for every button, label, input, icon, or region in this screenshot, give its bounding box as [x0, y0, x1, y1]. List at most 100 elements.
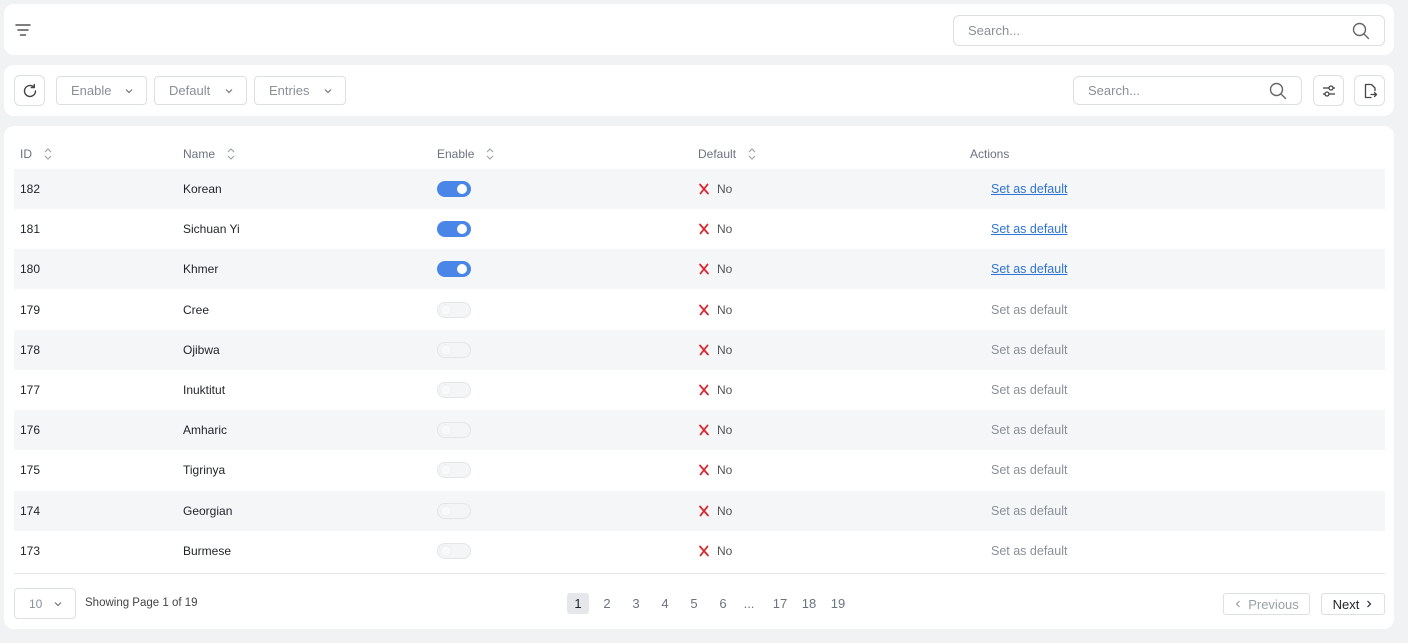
global-search-input[interactable]: [968, 16, 1348, 45]
x-mark-icon: [699, 545, 709, 557]
row-actions-cell: Set as default: [981, 330, 1067, 370]
row-name: Ojibwa: [183, 342, 220, 357]
sort-icon[interactable]: [748, 147, 756, 161]
row-enable-cell: [437, 209, 471, 249]
column-header-default-label: Default: [698, 147, 737, 161]
table-row: 182 Korean No Set as default: [14, 169, 1385, 209]
column-header-name-label: Name: [183, 147, 216, 161]
enable-filter-dropdown[interactable]: Enable: [56, 76, 147, 105]
row-name: Inuktitut: [183, 383, 226, 397]
row-actions-cell: Set as default: [981, 209, 1067, 249]
enable-toggle[interactable]: [437, 181, 471, 197]
enable-toggle[interactable]: [437, 341, 471, 358]
enable-toggle[interactable]: [437, 301, 471, 318]
toggle-knob: [457, 184, 467, 194]
enable-toggle[interactable]: [437, 261, 471, 278]
table-row: 178 Ojibwa No Set as default: [14, 329, 1385, 370]
set-as-default-link: Set as default: [991, 383, 1068, 397]
chevron-left-icon: [1235, 600, 1241, 608]
row-id: 175: [20, 463, 41, 478]
row-name: Khmer: [183, 262, 219, 277]
x-mark-icon: [699, 344, 709, 356]
row-actions-cell: Set as default: [981, 531, 1067, 571]
file-export-icon: [1364, 83, 1377, 98]
page-button[interactable]: 18: [798, 593, 820, 614]
page-button[interactable]: 3: [625, 593, 647, 614]
column-settings-button[interactable]: [1313, 75, 1344, 106]
row-enable-cell: [437, 249, 471, 289]
languages-table-card: ID Name Enable Default Actions 182 Korean…: [4, 126, 1394, 629]
row-actions-cell: Set as default: [981, 370, 1067, 410]
page-info: Showing Page 1 of 19: [85, 597, 198, 609]
row-actions-cell: Set as default: [981, 450, 1067, 490]
global-search: [953, 15, 1385, 46]
row-actions-cell: Set as default: [981, 410, 1067, 450]
row-default-value: No: [717, 302, 733, 317]
page-button[interactable]: 19: [827, 593, 849, 614]
row-actions-cell: Set as default: [981, 290, 1067, 330]
enable-toggle[interactable]: [437, 502, 471, 519]
entries-filter-dropdown[interactable]: Entries: [254, 76, 346, 105]
page-button[interactable]: 1: [567, 593, 589, 614]
row-id: 181: [20, 222, 41, 237]
row-id: 178: [20, 342, 41, 357]
set-as-default-link[interactable]: Set as default: [991, 182, 1067, 196]
column-header-id-label: ID: [20, 147, 32, 161]
set-as-default-link[interactable]: Set as default: [991, 222, 1067, 236]
filter-menu-icon[interactable]: [14, 21, 32, 39]
enable-toggle[interactable]: [437, 422, 471, 439]
row-default-cell: No: [698, 531, 732, 571]
page-button[interactable]: 5: [683, 593, 705, 614]
enable-toggle[interactable]: [437, 382, 471, 398]
page-button[interactable]: 17: [769, 593, 791, 614]
row-enable-cell: [437, 370, 471, 410]
set-as-default-link: Set as default: [991, 342, 1068, 357]
refresh-icon: [23, 83, 36, 97]
row-enable-cell: [437, 410, 471, 450]
enable-toggle[interactable]: [437, 462, 471, 479]
row-default-cell: No: [698, 290, 732, 330]
row-actions-cell: Set as default: [981, 249, 1067, 289]
sort-icon[interactable]: [227, 147, 235, 161]
export-button[interactable]: [1354, 75, 1385, 106]
previous-button[interactable]: Previous: [1223, 593, 1310, 615]
table-footer-divider: [14, 573, 1385, 574]
page-button[interactable]: 4: [654, 593, 676, 614]
table-row: 177 Inuktitut No Set as default: [14, 370, 1385, 410]
chevron-down-icon: [125, 89, 133, 94]
page-button[interactable]: 6: [712, 593, 734, 614]
page-size-select[interactable]: 10: [14, 588, 76, 619]
set-as-default-link: Set as default: [991, 463, 1068, 478]
sort-icon[interactable]: [44, 147, 52, 161]
row-name: Tigrinya: [183, 463, 226, 478]
page-button[interactable]: 2: [596, 593, 618, 614]
row-actions-cell: Set as default: [981, 491, 1067, 531]
toggle-knob: [441, 425, 451, 436]
toggle-knob: [457, 264, 467, 275]
row-default-cell: No: [698, 169, 732, 209]
search-icon[interactable]: [1352, 22, 1370, 40]
chevron-down-icon: [225, 89, 233, 94]
sort-icon[interactable]: [486, 147, 494, 161]
row-default-value: No: [717, 383, 733, 397]
refresh-button[interactable]: [14, 75, 45, 106]
row-default-cell: No: [698, 491, 732, 531]
column-header-enable-label: Enable: [437, 147, 475, 161]
row-default-value: No: [717, 342, 733, 357]
row-default-cell: No: [698, 209, 732, 249]
enable-toggle[interactable]: [437, 542, 471, 559]
enable-toggle[interactable]: [437, 221, 471, 238]
row-id: 180: [20, 262, 41, 277]
table-search-input[interactable]: [1088, 77, 1265, 104]
table-row: 179 Cree No Set as default: [14, 290, 1385, 330]
set-as-default-link: Set as default: [991, 503, 1068, 518]
set-as-default-link[interactable]: Set as default: [991, 262, 1067, 276]
default-filter-dropdown[interactable]: Default: [154, 76, 247, 105]
row-id: 177: [20, 383, 41, 397]
set-as-default-link: Set as default: [991, 423, 1068, 438]
search-icon[interactable]: [1269, 82, 1287, 100]
row-enable-cell: [437, 290, 471, 330]
next-button[interactable]: Next: [1321, 593, 1385, 615]
pagination-ellipsis: ...: [743, 596, 755, 611]
row-name: Georgian: [183, 503, 233, 518]
